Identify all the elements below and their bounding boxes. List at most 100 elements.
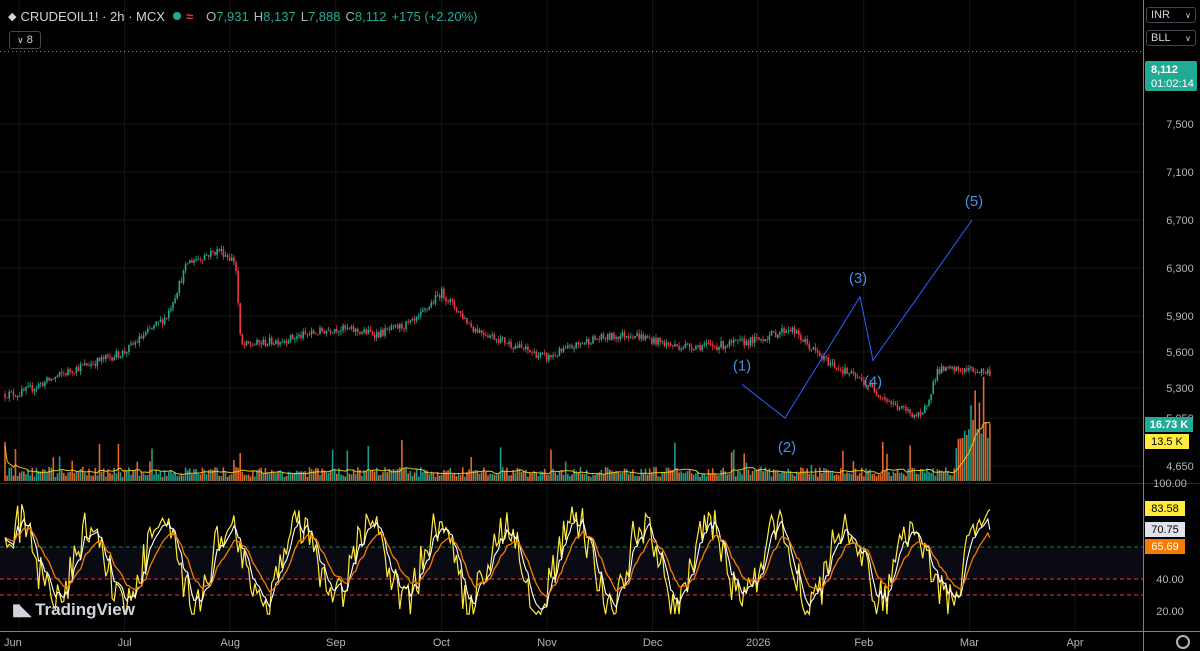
candle-body <box>955 366 958 372</box>
time-tick-label: Nov <box>537 637 557 649</box>
candle-body <box>879 396 882 398</box>
volume-bar <box>873 473 876 481</box>
candle-body <box>384 328 386 336</box>
open-value: 7,931 <box>216 8 249 24</box>
volume-bar <box>270 469 273 481</box>
volume-bar <box>728 474 731 481</box>
candle-body <box>119 356 122 358</box>
symbol-title[interactable]: CRUDEOIL1! · 2h · MCX <box>20 9 164 24</box>
volume-bar <box>665 467 668 481</box>
candle-body <box>627 336 630 338</box>
volume-bar <box>119 472 122 481</box>
volume-bar <box>842 450 844 481</box>
indicators-toggle[interactable]: ∨ 8 <box>9 31 41 49</box>
candle-body <box>564 348 567 349</box>
volume-bar <box>850 474 853 481</box>
candle-body <box>592 336 594 344</box>
volume-bar <box>75 471 78 481</box>
volume-bar <box>340 474 342 481</box>
candle-body <box>888 401 890 402</box>
gear-icon[interactable] <box>1176 635 1190 649</box>
volume-bar <box>308 467 311 481</box>
candle-body <box>27 386 29 388</box>
volume-bar <box>182 475 185 481</box>
candle-body <box>12 391 15 396</box>
candle-body <box>787 330 790 331</box>
candle-body <box>766 339 769 341</box>
candle-body <box>508 341 510 344</box>
high-value: 8,137 <box>263 8 296 24</box>
candle-body <box>205 255 208 256</box>
volume-bar <box>627 474 630 481</box>
candle-body <box>720 341 722 348</box>
elliott-wave-label: (2) <box>778 439 796 456</box>
volume-bar <box>520 471 523 481</box>
candle-body <box>117 351 120 358</box>
candle-body <box>378 332 380 338</box>
volume-bar <box>245 474 248 481</box>
candle-body <box>915 414 918 417</box>
candle-body <box>25 387 27 391</box>
candle-body <box>522 347 525 350</box>
candle-body <box>226 255 229 258</box>
volume-bar <box>142 473 145 481</box>
candle-body <box>808 343 811 350</box>
candle-body <box>294 338 296 340</box>
candle-body <box>359 331 361 334</box>
volume-bar <box>583 474 586 481</box>
chart-canvas[interactable]: (1)(2)(3)(4)(5)4,6505,0505,3005,6005,900… <box>0 0 1200 651</box>
volume-bar <box>157 474 160 481</box>
candle-body <box>237 270 239 304</box>
volume-bar <box>592 474 594 481</box>
candle-body <box>212 250 214 252</box>
candle-body <box>907 409 909 411</box>
candle-body <box>926 405 928 407</box>
volume-bar <box>50 467 52 481</box>
candle-body <box>646 336 649 338</box>
volume-bar <box>285 475 288 481</box>
candle-body <box>308 334 311 335</box>
chevron-down-icon: ∨ <box>1185 10 1191 20</box>
candle-body <box>111 357 113 361</box>
volume-bar <box>590 476 592 481</box>
candle-body <box>207 255 210 257</box>
currency-label: INR <box>1151 9 1170 21</box>
candle-body <box>14 395 17 397</box>
time-tick-label: Feb <box>854 637 873 649</box>
time-tick-label: Oct <box>433 637 450 649</box>
volume-bar <box>136 461 139 481</box>
candle-body <box>493 334 496 340</box>
candle-body <box>762 339 764 342</box>
currency-select[interactable]: INR ∨ <box>1146 7 1196 23</box>
volume-bar <box>92 475 94 481</box>
volume-bar <box>380 474 382 481</box>
volume-bar <box>483 467 485 481</box>
candle-body <box>291 334 294 339</box>
candle-body <box>63 373 65 375</box>
volume-bar <box>468 469 470 481</box>
candle-body <box>428 307 430 309</box>
volume-bar <box>972 419 974 481</box>
candle-body <box>197 258 199 260</box>
volume-bar <box>917 474 920 481</box>
candle-body <box>525 346 527 350</box>
unit-select[interactable]: BLL ∨ <box>1146 30 1196 46</box>
volume-bar <box>42 469 44 481</box>
candle-body <box>304 331 307 334</box>
volume-bar <box>722 467 724 481</box>
candle-body <box>65 373 67 376</box>
candle-body <box>968 367 970 371</box>
volume-bar <box>504 471 506 481</box>
osc-tick-label: 40.00 <box>1156 574 1184 586</box>
volume-bar <box>581 473 584 481</box>
volume-bar <box>56 473 59 481</box>
volume-bar <box>911 467 913 481</box>
candle-body <box>978 372 981 374</box>
candle-body <box>928 399 930 406</box>
volume-bar <box>81 467 84 481</box>
volume-bar <box>457 473 460 481</box>
candle-body <box>260 342 262 345</box>
candle-body <box>315 333 317 335</box>
volume-bar <box>126 471 128 481</box>
volume-bar <box>205 474 208 481</box>
